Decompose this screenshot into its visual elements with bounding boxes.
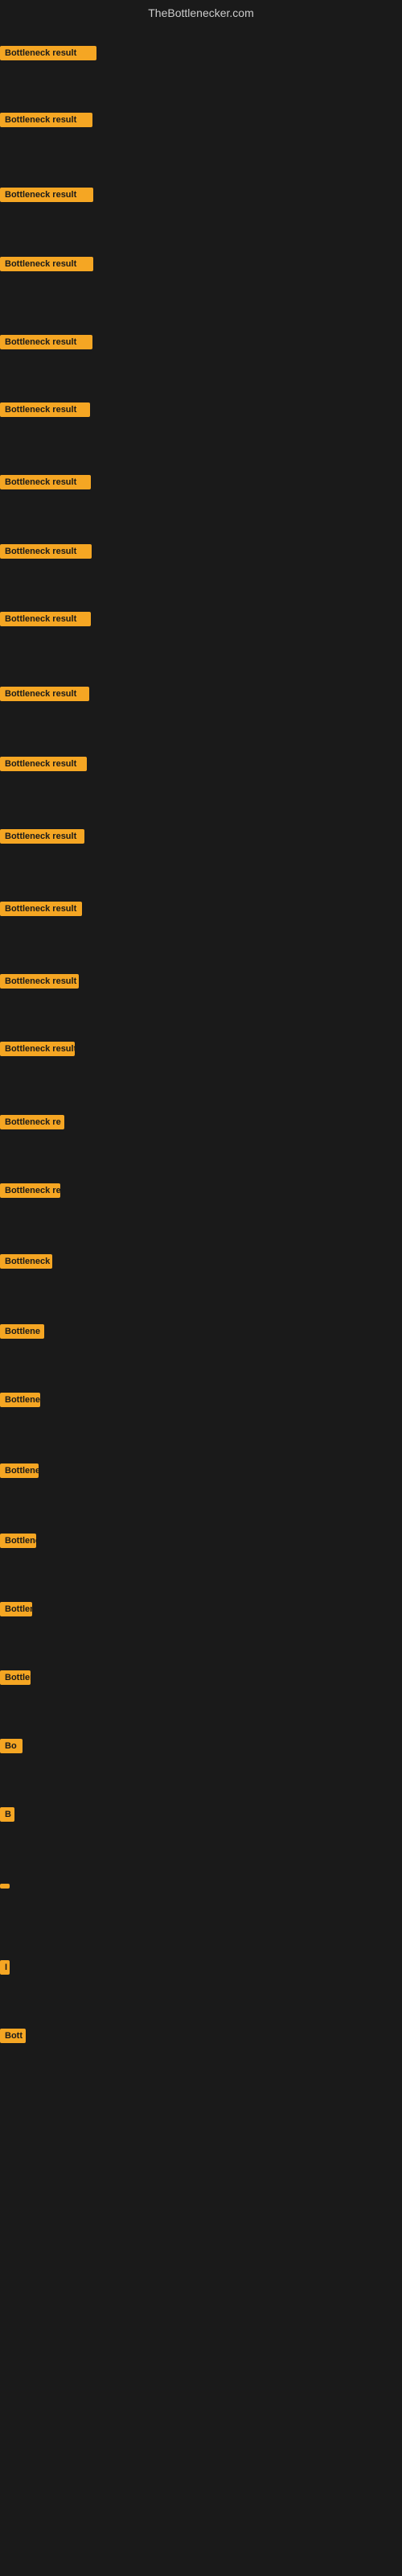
bottleneck-badge-7: Bottleneck result — [0, 475, 91, 489]
bottleneck-badge-18: Bottleneck — [0, 1254, 52, 1269]
bottleneck-badge-8: Bottleneck result — [0, 544, 92, 559]
bottleneck-badge-16: Bottleneck re — [0, 1115, 64, 1129]
bottleneck-badge-29: Bott — [0, 2029, 26, 2043]
bottleneck-badge-12: Bottleneck result — [0, 829, 84, 844]
bottleneck-badge-14: Bottleneck result — [0, 974, 79, 989]
bottleneck-badge-2: Bottleneck result — [0, 113, 92, 127]
bottleneck-badge-23: Bottlene — [0, 1602, 32, 1616]
bottleneck-badge-28: I — [0, 1960, 10, 1975]
bottleneck-badge-9: Bottleneck result — [0, 612, 91, 626]
bottleneck-badge-22: Bottleneck re — [0, 1534, 36, 1548]
bottleneck-badge-26: B — [0, 1807, 14, 1822]
bottleneck-badge-3: Bottleneck result — [0, 188, 93, 202]
bottleneck-badge-24: Bottleneck — [0, 1670, 31, 1685]
site-title: TheBottlenecker.com — [0, 6, 402, 19]
bottleneck-badge-4: Bottleneck result — [0, 257, 93, 271]
bottleneck-badge-25: Bo — [0, 1739, 23, 1753]
bottleneck-badge-6: Bottleneck result — [0, 402, 90, 417]
bottleneck-badge-17: Bottleneck resul — [0, 1183, 60, 1198]
bottleneck-badge-13: Bottleneck result — [0, 902, 82, 916]
bottleneck-badge-19: Bottlene — [0, 1324, 44, 1339]
bottleneck-badge-20: Bottleneck r — [0, 1393, 40, 1407]
bottleneck-badge-10: Bottleneck result — [0, 687, 89, 701]
bottleneck-badge-11: Bottleneck result — [0, 757, 87, 771]
bottleneck-badge-21: Bottleneck — [0, 1463, 39, 1478]
bottleneck-badge-27 — [0, 1884, 10, 1889]
bottleneck-badge-5: Bottleneck result — [0, 335, 92, 349]
bottleneck-badge-1: Bottleneck result — [0, 46, 96, 60]
bottleneck-badge-15: Bottleneck result — [0, 1042, 75, 1056]
